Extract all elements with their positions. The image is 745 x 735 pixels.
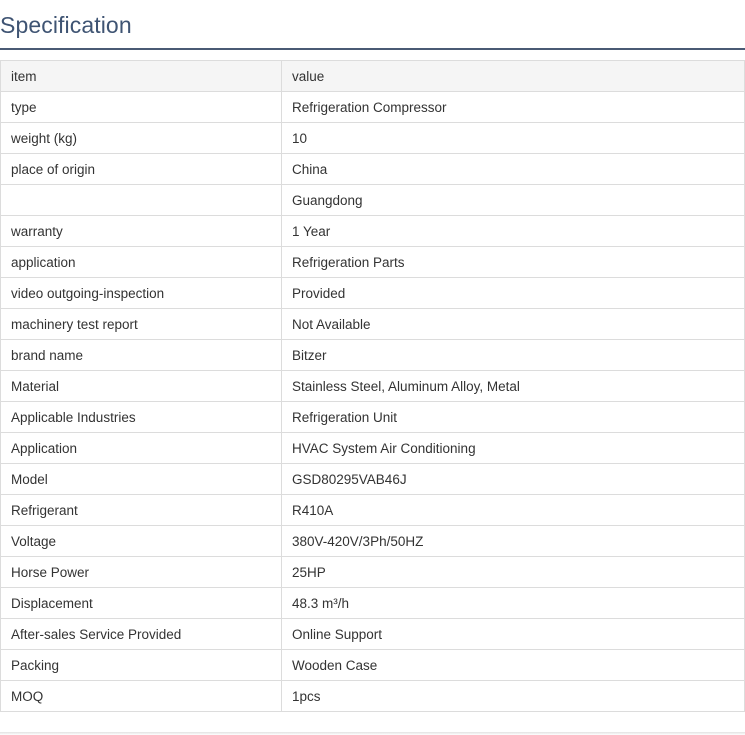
value-cell: 10 bbox=[281, 122, 745, 154]
table-row: After-sales Service Provided Online Supp… bbox=[0, 618, 745, 650]
item-cell: Voltage bbox=[0, 525, 282, 557]
section-header: Specification bbox=[0, 0, 745, 50]
table-header-row: item value bbox=[0, 60, 745, 92]
value-cell: Provided bbox=[281, 277, 745, 309]
table-row: Refrigerant R410A bbox=[0, 494, 745, 526]
value-cell: GSD80295VAB46J bbox=[281, 463, 745, 495]
table-row: place of origin China bbox=[0, 153, 745, 185]
header-cell-value: value bbox=[281, 60, 745, 92]
specification-table: item value type Refrigeration Compressor… bbox=[0, 60, 745, 712]
item-cell: After-sales Service Provided bbox=[0, 618, 282, 650]
table-row: Horse Power 25HP bbox=[0, 556, 745, 588]
table-row: Material Stainless Steel, Aluminum Alloy… bbox=[0, 370, 745, 402]
item-cell: Applicable Industries bbox=[0, 401, 282, 433]
table-row: Model GSD80295VAB46J bbox=[0, 463, 745, 495]
item-cell: Horse Power bbox=[0, 556, 282, 588]
item-cell: type bbox=[0, 91, 282, 123]
section-title: Specification bbox=[0, 12, 132, 38]
value-cell: China bbox=[281, 153, 745, 185]
table-row: Applicable Industries Refrigeration Unit bbox=[0, 401, 745, 433]
item-cell: Application bbox=[0, 432, 282, 464]
value-cell: 48.3 m³/h bbox=[281, 587, 745, 619]
value-cell: Online Support bbox=[281, 618, 745, 650]
item-cell: machinery test report bbox=[0, 308, 282, 340]
item-cell: MOQ bbox=[0, 680, 282, 712]
value-cell: Guangdong bbox=[281, 184, 745, 216]
table-row: MOQ 1pcs bbox=[0, 680, 745, 712]
table-row: brand name Bitzer bbox=[0, 339, 745, 371]
table-row: Voltage 380V-420V/3Ph/50HZ bbox=[0, 525, 745, 557]
item-cell: warranty bbox=[0, 215, 282, 247]
table-row: video outgoing-inspection Provided bbox=[0, 277, 745, 309]
item-cell: Model bbox=[0, 463, 282, 495]
item-cell: Refrigerant bbox=[0, 494, 282, 526]
item-cell: weight (kg) bbox=[0, 122, 282, 154]
value-cell: Bitzer bbox=[281, 339, 745, 371]
value-cell: 1 Year bbox=[281, 215, 745, 247]
item-cell: place of origin bbox=[0, 153, 282, 185]
table-row: machinery test report Not Available bbox=[0, 308, 745, 340]
value-cell: 380V-420V/3Ph/50HZ bbox=[281, 525, 745, 557]
value-cell: Refrigeration Unit bbox=[281, 401, 745, 433]
table-row: warranty 1 Year bbox=[0, 215, 745, 247]
value-cell: Refrigeration Parts bbox=[281, 246, 745, 278]
value-cell: Wooden Case bbox=[281, 649, 745, 681]
value-cell: 1pcs bbox=[281, 680, 745, 712]
item-cell: video outgoing-inspection bbox=[0, 277, 282, 309]
table-row: Packing Wooden Case bbox=[0, 649, 745, 681]
value-cell: R410A bbox=[281, 494, 745, 526]
item-cell: Material bbox=[0, 370, 282, 402]
item-cell: Displacement bbox=[0, 587, 282, 619]
item-cell: application bbox=[0, 246, 282, 278]
table-row: Application HVAC System Air Conditioning bbox=[0, 432, 745, 464]
table-row: application Refrigeration Parts bbox=[0, 246, 745, 278]
header-cell-item: item bbox=[0, 60, 282, 92]
table-row: type Refrigeration Compressor bbox=[0, 91, 745, 123]
table-row: Guangdong bbox=[0, 184, 745, 216]
item-cell: brand name bbox=[0, 339, 282, 371]
value-cell: HVAC System Air Conditioning bbox=[281, 432, 745, 464]
table-row: Displacement 48.3 m³/h bbox=[0, 587, 745, 619]
value-cell: Refrigeration Compressor bbox=[281, 91, 745, 123]
value-cell: Not Available bbox=[281, 308, 745, 340]
item-cell: Packing bbox=[0, 649, 282, 681]
value-cell: 25HP bbox=[281, 556, 745, 588]
value-cell: Stainless Steel, Aluminum Alloy, Metal bbox=[281, 370, 745, 402]
item-cell bbox=[0, 184, 282, 216]
table-row: weight (kg) 10 bbox=[0, 122, 745, 154]
